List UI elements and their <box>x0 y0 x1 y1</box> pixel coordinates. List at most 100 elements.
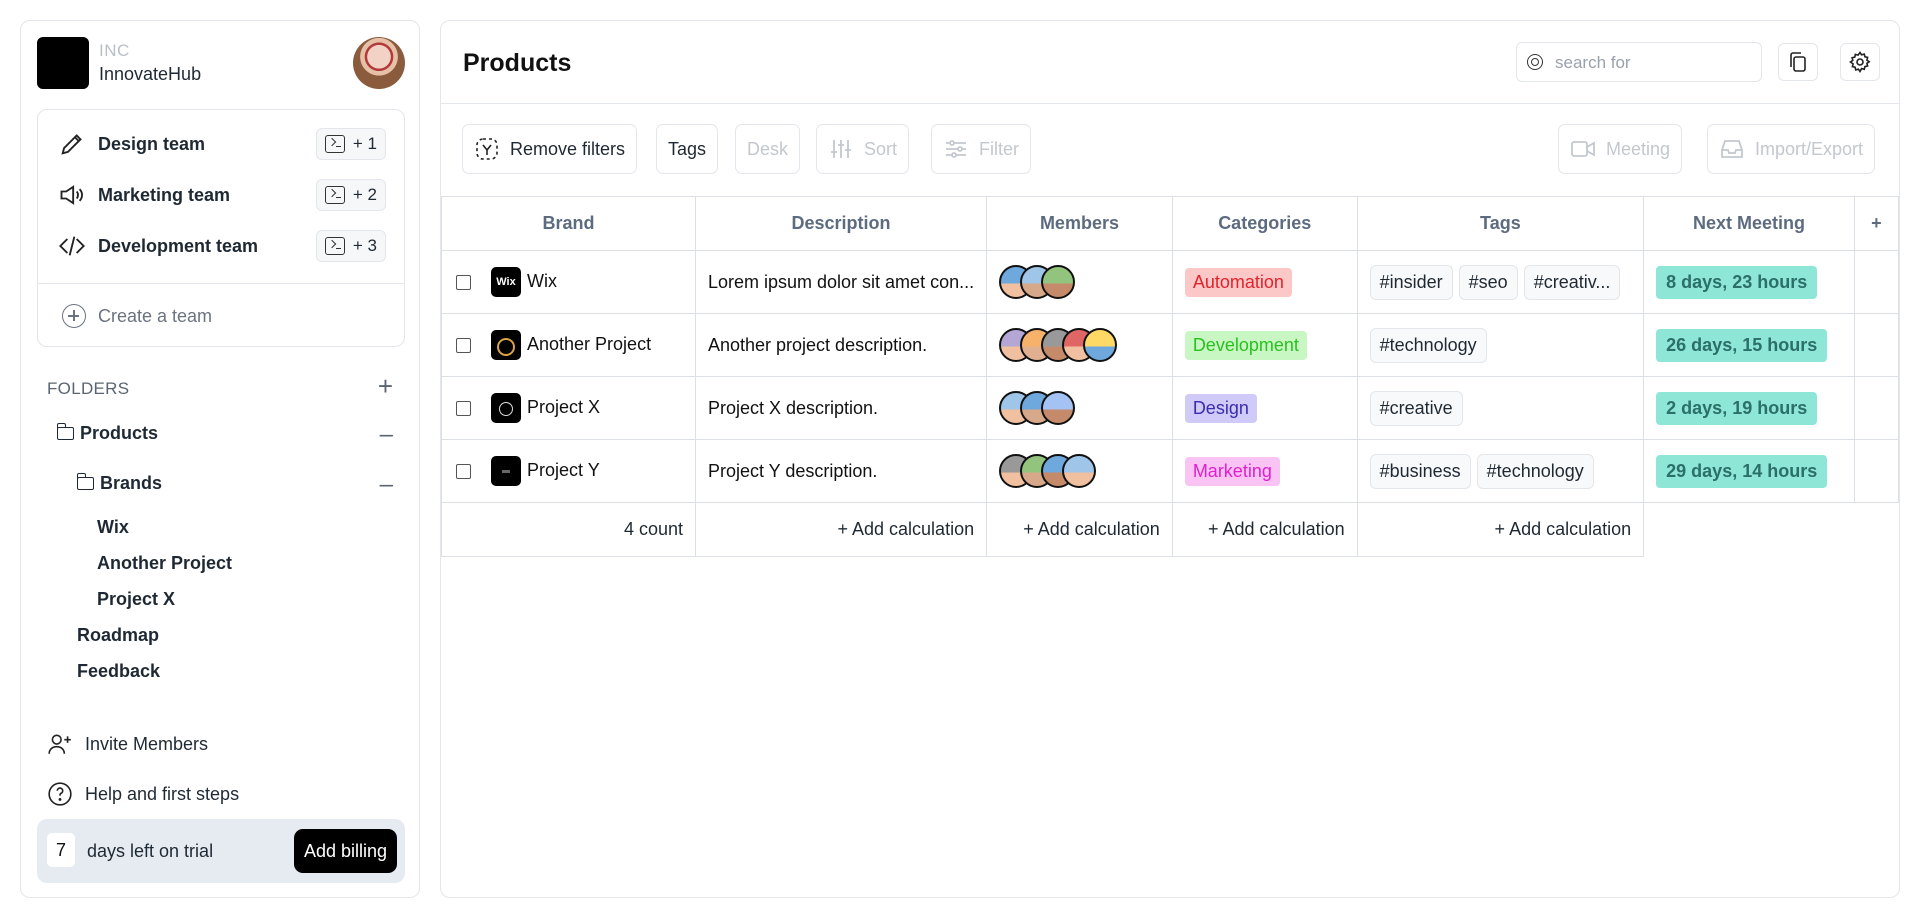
collapse-brands-button[interactable]: – <box>380 473 393 497</box>
description-cell[interactable]: Project X description. <box>694 376 988 440</box>
help-button[interactable]: Help and first steps <box>47 779 387 809</box>
filter-button[interactable]: Filter <box>931 124 1031 174</box>
table-row[interactable]: Wix Wix Lorem ipsum dolor sit amet con...… <box>441 250 1899 314</box>
next-meeting-badge: 26 days, 15 hours <box>1656 328 1828 362</box>
meeting-button[interactable]: Meeting <box>1558 124 1683 174</box>
row-checkbox[interactable] <box>456 274 471 290</box>
column-header-description[interactable]: Description <box>694 196 988 251</box>
tree-item-feedback[interactable]: Feedback <box>77 661 160 682</box>
next-meeting-cell[interactable]: 2 days, 19 hours <box>1643 376 1855 440</box>
category-cell[interactable]: Marketing <box>1171 439 1358 503</box>
create-team-button[interactable]: Create a team <box>38 286 404 346</box>
members-cell[interactable] <box>986 313 1173 377</box>
team-design[interactable]: Design team + 1 <box>38 118 404 169</box>
team-marketing[interactable]: Marketing team + 2 <box>38 169 404 220</box>
team-count: + 2 <box>352 185 377 204</box>
add-calculation-button[interactable]: + Add calculation <box>1171 502 1358 557</box>
column-header-brand[interactable]: Brand <box>441 196 696 251</box>
invite-members-button[interactable]: Invite Members <box>47 729 387 759</box>
sidebar: INC InnovateHub Design team + 1 Marketin… <box>20 20 420 898</box>
tree-item-wix[interactable]: Wix <box>97 517 129 538</box>
sort-label: Sort <box>864 138 898 159</box>
folder-products[interactable]: Products <box>56 423 159 444</box>
desk-button[interactable]: Desk <box>735 124 801 174</box>
import-export-button[interactable]: Import/Export <box>1707 124 1876 174</box>
team-count-badge[interactable]: + 1 <box>315 128 386 160</box>
row-checkbox[interactable] <box>456 400 471 416</box>
next-meeting-cell[interactable]: 26 days, 15 hours <box>1643 313 1855 377</box>
member-avatars <box>999 391 1160 425</box>
category-badge: Automation <box>1184 267 1292 297</box>
category-cell[interactable]: Automation <box>1171 250 1358 314</box>
desk-label: Desk <box>747 138 789 159</box>
members-cell[interactable] <box>986 376 1173 440</box>
workspace-header[interactable]: INC InnovateHub <box>37 37 405 89</box>
empty-cell <box>1853 439 1899 503</box>
column-header-members[interactable]: Members <box>986 196 1173 251</box>
copy-button[interactable] <box>1778 43 1818 81</box>
folder-brands[interactable]: Brands <box>76 473 162 494</box>
tag-chip: #seo <box>1458 264 1518 300</box>
add-calculation-button[interactable]: + Add calculation <box>986 502 1173 557</box>
column-header-categories[interactable]: Categories <box>1171 196 1358 251</box>
row-checkbox[interactable] <box>456 337 471 353</box>
tree-item-another-project[interactable]: Another Project <box>97 553 232 574</box>
tags-cell[interactable]: #technology <box>1356 313 1645 377</box>
trial-text: days left on trial <box>87 841 214 861</box>
tag-chip: #creativ... <box>1523 264 1621 300</box>
description-cell[interactable]: Another project description. <box>694 313 988 377</box>
workspace-name: InnovateHub <box>99 64 202 84</box>
filter-label: Filter <box>979 138 1019 159</box>
category-cell[interactable]: Development <box>1171 313 1358 377</box>
table-row[interactable]: Project Y Project Y description. Marketi… <box>441 439 1899 503</box>
tags-button[interactable]: Tags <box>656 124 719 174</box>
collapse-products-button[interactable]: – <box>380 423 393 447</box>
team-count-badge[interactable]: + 2 <box>315 179 386 211</box>
tag-chip: #insider <box>1369 264 1453 300</box>
table-row[interactable]: Project X Project X description. Design … <box>441 376 1899 440</box>
member-avatar <box>1062 454 1097 488</box>
add-billing-button[interactable]: Add billing <box>293 829 397 873</box>
add-column-button[interactable]: + <box>1853 196 1899 251</box>
member-avatars <box>999 265 1160 299</box>
next-meeting-cell[interactable]: 8 days, 23 hours <box>1643 250 1855 314</box>
description-cell[interactable]: Project Y description. <box>694 439 988 503</box>
divider <box>38 283 404 284</box>
description-cell[interactable]: Lorem ipsum dolor sit amet con... <box>694 250 988 314</box>
sort-button[interactable]: Sort <box>816 124 910 174</box>
next-meeting-cell[interactable]: 29 days, 14 hours <box>1643 439 1855 503</box>
members-cell[interactable] <box>986 439 1173 503</box>
user-avatar[interactable] <box>353 37 405 89</box>
row-checkbox[interactable] <box>456 463 471 479</box>
remove-filters-button[interactable]: Remove filters <box>462 124 638 174</box>
add-folder-button[interactable]: + <box>378 373 393 399</box>
main-panel: Products Remove filters Tags Desk Sort F… <box>440 20 1900 898</box>
empty-cell <box>1853 250 1899 314</box>
table-row[interactable]: Another Project Another project descript… <box>441 313 1899 377</box>
column-header-next-meeting[interactable]: Next Meeting <box>1643 196 1855 251</box>
team-count-badge[interactable]: + 3 <box>315 230 386 262</box>
brand-cell: Another Project <box>441 313 696 377</box>
team-development[interactable]: Development team + 3 <box>38 220 404 271</box>
search-input[interactable] <box>1555 51 1755 75</box>
tree-item-project-x[interactable]: Project X <box>97 589 175 610</box>
members-cell[interactable] <box>986 250 1173 314</box>
tree-item-roadmap[interactable]: Roadmap <box>77 625 159 646</box>
tags-cell[interactable]: #creative <box>1356 376 1645 440</box>
tags-cell[interactable]: #insider #seo #creativ... <box>1356 250 1645 314</box>
folder-label: Products <box>80 423 159 443</box>
column-header-tags[interactable]: Tags <box>1356 196 1645 251</box>
plus-circle-icon <box>62 304 86 328</box>
brand-name: Project Y <box>527 459 600 480</box>
add-calculation-button[interactable]: + Add calculation <box>694 502 988 557</box>
team-label: Design team <box>98 134 206 154</box>
tags-cell[interactable]: #business #technology <box>1356 439 1645 503</box>
add-calculation-button[interactable]: + Add calculation <box>1356 502 1645 557</box>
team-count: + 1 <box>352 134 377 153</box>
category-cell[interactable]: Design <box>1171 376 1358 440</box>
settings-button[interactable] <box>1840 43 1880 81</box>
copy-icon <box>1790 52 1806 72</box>
member-avatars <box>999 328 1160 362</box>
page-title: Products <box>463 49 572 77</box>
search-box[interactable] <box>1516 42 1762 82</box>
